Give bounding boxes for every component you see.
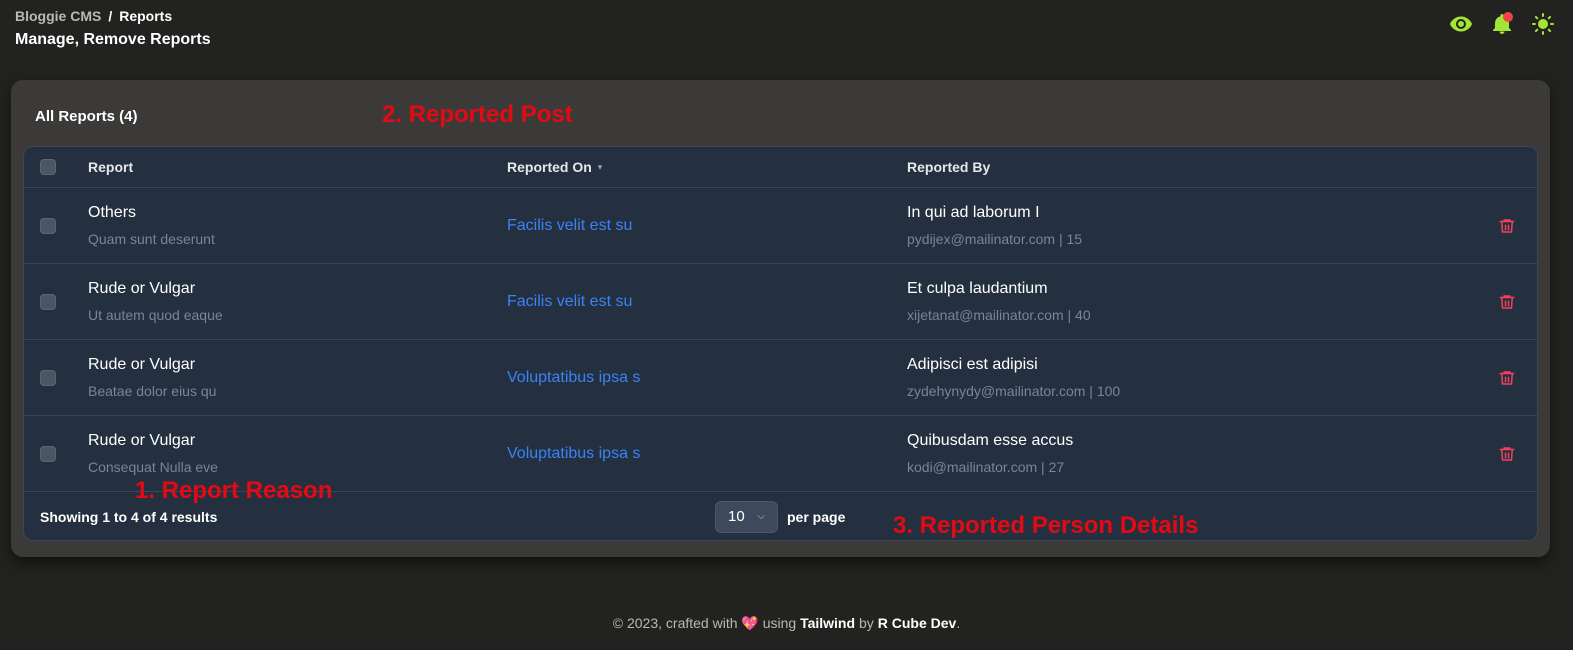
per-page-control: 10 ⌵ per page	[715, 500, 846, 533]
reporter-count: 100	[1096, 383, 1121, 399]
annotation-reported-person: 3. Reported Person Details	[893, 512, 1199, 539]
report-detail: Consequat Nulla eve	[88, 459, 218, 475]
table-row: Others Quam sunt deserunt Facilis velit …	[24, 188, 1537, 264]
select-all-checkbox[interactable]	[40, 159, 56, 175]
trash-icon[interactable]	[1498, 217, 1516, 235]
page-footer: © 2023, crafted with 💖 using Tailwind by…	[0, 615, 1573, 632]
topbar: Bloggie CMS / Reports Manage, Remove Rep…	[15, 8, 211, 49]
reporter-email: xijetanat@mailinator.com	[907, 307, 1064, 323]
table-row: Rude or Vulgar Ut autem quod eaque Facil…	[24, 264, 1537, 340]
table-row: Rude or Vulgar Beatae dolor eius qu Volu…	[24, 340, 1537, 416]
annotation-report-reason: 1. Report Reason	[135, 477, 333, 504]
header-reported-on[interactable]: Reported On ▾	[507, 159, 907, 175]
report-detail: Ut autem quod eaque	[88, 307, 223, 323]
meta-separator: |	[1089, 383, 1093, 399]
bell-icon[interactable]	[1490, 12, 1514, 36]
sun-icon[interactable]	[1531, 12, 1555, 36]
reporter-email: kodi@mailinator.com	[907, 459, 1038, 475]
report-reason: Others	[88, 204, 137, 221]
meta-separator: |	[1058, 231, 1063, 247]
reported-post-link[interactable]: Facilis velit est su	[507, 293, 632, 310]
report-reason: Rude or Vulgar	[88, 280, 196, 297]
reporter-meta: zydehynydy@mailinator.com | 100	[907, 383, 1467, 399]
reported-post-link[interactable]: Facilis velit est su	[507, 217, 632, 234]
notification-dot	[1503, 12, 1513, 22]
reporter-name: Adipisci est adipisi	[907, 356, 1038, 373]
row-checkbox[interactable]	[40, 445, 56, 462]
breadcrumb-root[interactable]: Bloggie CMS	[15, 8, 101, 24]
breadcrumb: Bloggie CMS / Reports	[15, 8, 211, 24]
per-page-label: per page	[787, 508, 846, 525]
header-report: Report	[88, 159, 134, 175]
row-checkbox[interactable]	[40, 217, 56, 234]
header-reported-on-label: Reported On	[507, 159, 592, 175]
chevron-down-icon: ⌵	[757, 511, 765, 522]
footer-prefix: © 2023, crafted with	[612, 615, 738, 631]
per-page-select[interactable]: 10 ⌵	[715, 500, 778, 533]
reporter-meta: pydijex@mailinator.com | 15	[907, 231, 1467, 247]
report-detail: Quam sunt deserunt	[88, 231, 215, 247]
breadcrumb-current: Reports	[119, 8, 173, 24]
trash-icon[interactable]	[1498, 445, 1516, 463]
footer-using: using	[762, 615, 797, 631]
reporter-name: Et culpa laudantium	[907, 280, 1048, 297]
reporter-email: zydehynydy@mailinator.com	[907, 383, 1086, 399]
row-checkbox[interactable]	[40, 293, 56, 310]
report-reason: Rude or Vulgar	[88, 432, 196, 449]
meta-separator: |	[1067, 307, 1072, 323]
card-title: All Reports (4)	[35, 108, 138, 125]
report-detail: Beatae dolor eius qu	[88, 383, 217, 399]
reported-post-link[interactable]: Voluptatibus ipsa s	[507, 369, 640, 386]
heart-icon: 💖	[741, 615, 759, 631]
table-header: Report Reported On ▾ Reported By	[24, 147, 1537, 188]
reporter-count: 40	[1075, 307, 1091, 323]
reporter-name: Quibusdam esse accus	[907, 432, 1074, 449]
chevron-down-icon: ▾	[597, 161, 603, 172]
trash-icon[interactable]	[1498, 293, 1516, 311]
reported-post-link[interactable]: Voluptatibus ipsa s	[507, 445, 640, 462]
annotation-reported-post: 2. Reported Post	[382, 101, 573, 128]
reporter-email: pydijex@mailinator.com	[907, 231, 1056, 247]
results-summary: Showing 1 to 4 of 4 results	[40, 508, 218, 525]
per-page-value: 10	[728, 508, 745, 525]
trash-icon[interactable]	[1498, 369, 1516, 387]
reporter-meta: kodi@mailinator.com | 27	[907, 459, 1467, 475]
reporter-count: 15	[1066, 231, 1083, 247]
reporter-meta: xijetanat@mailinator.com | 40	[907, 307, 1467, 323]
header-reported-by: Reported By	[907, 159, 991, 175]
page-title: Manage, Remove Reports	[15, 31, 211, 48]
footer-suffix: .	[956, 615, 961, 631]
row-checkbox[interactable]	[40, 369, 56, 386]
footer-tech-link[interactable]: Tailwind	[800, 615, 855, 631]
eye-icon[interactable]	[1449, 12, 1473, 36]
footer-by: by	[858, 615, 874, 631]
reporter-count: 27	[1048, 459, 1065, 475]
report-reason: Rude or Vulgar	[88, 356, 196, 373]
breadcrumb-separator: /	[108, 8, 113, 24]
footer-author-link[interactable]: R Cube Dev	[878, 615, 957, 631]
header-icons	[1449, 12, 1555, 36]
reporter-name: In qui ad laborum I	[907, 204, 1040, 221]
meta-separator: |	[1041, 459, 1045, 475]
